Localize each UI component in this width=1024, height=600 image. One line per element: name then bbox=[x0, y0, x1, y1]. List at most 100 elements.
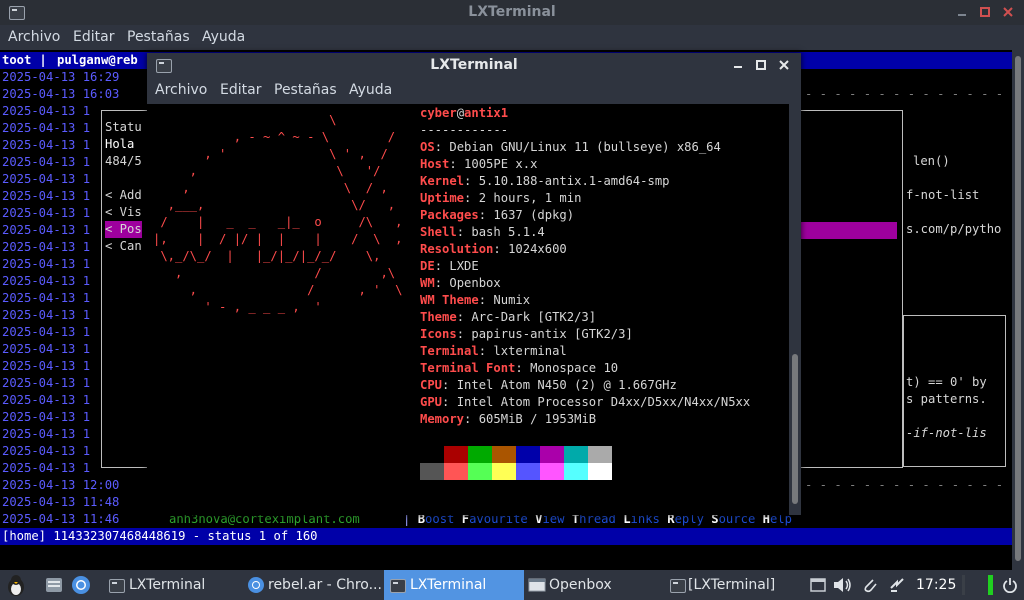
timeline-timestamp[interactable]: 2025-04-13 1 bbox=[2, 239, 90, 256]
back-window-titlebar[interactable]: LXTerminal bbox=[0, 0, 1024, 25]
info-line: Resolution: 1024x600 bbox=[420, 241, 567, 258]
option-cancel[interactable]: < Can bbox=[105, 238, 142, 255]
timeline-timestamp[interactable]: 2025-04-13 1 bbox=[2, 171, 90, 188]
task-openbox[interactable]: Openbox bbox=[524, 570, 664, 600]
info-line: Theme: Arc-Dark [GTK2/3] bbox=[420, 309, 596, 326]
timeline-timestamp[interactable]: 2025-04-13 1 bbox=[2, 426, 90, 443]
front-scrollbar-thumb[interactable] bbox=[792, 354, 798, 504]
timeline-timestamp[interactable]: 2025-04-13 1 bbox=[2, 222, 90, 239]
menu-pestanas[interactable]: Pestañas bbox=[274, 82, 337, 98]
back-scrollbar-thumb[interactable] bbox=[1015, 56, 1021, 561]
task-chromium[interactable]: rebel.ar - Chro... bbox=[243, 570, 383, 600]
separator-dashes-bottom: - - - - - - - - - - - - - - - - - - - - … bbox=[805, 478, 1012, 492]
timeline-timestamp[interactable]: 2025-04-13 1 bbox=[2, 290, 90, 307]
timeline-timestamp[interactable]: 2025-04-13 16:03 bbox=[2, 86, 119, 103]
volume-icon[interactable] bbox=[832, 576, 852, 594]
info-colon: : bbox=[493, 242, 509, 256]
close-icon[interactable] bbox=[778, 59, 790, 71]
palette-swatch bbox=[564, 463, 588, 480]
timeline-timestamp[interactable]: 2025-04-13 1 bbox=[2, 154, 90, 171]
minimize-icon[interactable] bbox=[956, 6, 968, 18]
info-value: 5.10.188-antix.1-amd64-smp bbox=[478, 174, 670, 188]
task-label: rebel.ar - Chro... bbox=[268, 577, 382, 593]
power-icon[interactable] bbox=[1002, 577, 1018, 593]
timeline-timestamp[interactable]: 2025-04-13 1 bbox=[2, 341, 90, 358]
task-label: Openbox bbox=[549, 577, 612, 593]
user-host-line: cyber@antix1 bbox=[420, 105, 508, 122]
timeline-timestamp[interactable]: 2025-04-13 1 bbox=[2, 392, 90, 409]
info-line: Kernel: 5.10.188-antix.1-amd64-smp bbox=[420, 173, 670, 190]
info-colon: : bbox=[456, 310, 472, 324]
network-icon[interactable] bbox=[888, 576, 906, 594]
right-text-1: len() bbox=[913, 154, 950, 168]
timeline-timestamp[interactable]: 2025-04-13 1 bbox=[2, 460, 90, 477]
timeline-timestamp[interactable]: 2025-04-13 1 bbox=[2, 103, 90, 120]
task-lxterminal-3[interactable]: [LXTerminal] bbox=[664, 570, 804, 600]
menu-penguin-icon[interactable] bbox=[4, 573, 28, 597]
timeline-timestamp[interactable]: 2025-04-13 1 bbox=[2, 324, 90, 341]
menu-editar[interactable]: Editar bbox=[220, 82, 261, 98]
timeline-timestamp[interactable]: 2025-04-13 1 bbox=[2, 205, 90, 222]
info-colon: : bbox=[442, 378, 457, 392]
timeline-timestamp[interactable]: 2025-04-13 11:48 bbox=[2, 494, 119, 511]
task-lxterminal-2[interactable]: LXTerminal bbox=[384, 570, 524, 600]
info-value: 1637 (dpkg) bbox=[493, 208, 575, 222]
palette-swatch bbox=[516, 463, 540, 480]
info-value: papirus-antix [GTK2/3] bbox=[471, 327, 633, 341]
info-key: Shell bbox=[420, 225, 457, 239]
info-line: CPU: Intel Atom N450 (2) @ 1.667GHz bbox=[420, 377, 677, 394]
window-icon bbox=[528, 578, 546, 592]
close-icon[interactable] bbox=[1002, 6, 1014, 18]
info-line: Terminal: lxterminal bbox=[420, 343, 567, 360]
separator-dashes-top: - - - - - - - - - - - - - - - - - - - - … bbox=[805, 87, 1012, 101]
timeline-timestamp[interactable]: 2025-04-13 1 bbox=[2, 120, 90, 137]
timeline-timestamp[interactable]: 2025-04-13 1 bbox=[2, 443, 90, 460]
timeline-timestamp[interactable]: 2025-04-13 1 bbox=[2, 188, 90, 205]
front-window-titlebar[interactable]: LXTerminal bbox=[147, 53, 801, 78]
back-scrollbar[interactable] bbox=[1012, 50, 1024, 570]
task-label: LXTerminal bbox=[129, 577, 206, 593]
show-desktop-icon[interactable] bbox=[810, 577, 826, 593]
taskbar: LXTerminal rebel.ar - Chro... LXTerminal… bbox=[0, 570, 1024, 600]
info-value: Numix bbox=[493, 293, 531, 307]
menu-archivo[interactable]: Archivo bbox=[155, 82, 207, 98]
timeline-timestamp[interactable]: 2025-04-13 11:46 bbox=[2, 511, 119, 528]
option-post[interactable]: < Pos bbox=[105, 221, 142, 238]
menu-archivo[interactable]: Archivo bbox=[8, 29, 60, 45]
timeline-timestamp[interactable]: 2025-04-13 1 bbox=[2, 375, 90, 392]
timeline-timestamp[interactable]: 2025-04-13 1 bbox=[2, 273, 90, 290]
timeline-timestamp[interactable]: 2025-04-13 1 bbox=[2, 256, 90, 273]
menu-ayuda[interactable]: Ayuda bbox=[202, 29, 245, 45]
timeline-timestamp[interactable]: 2025-04-13 12:00 bbox=[2, 477, 119, 494]
info-line: WM Theme: Numix bbox=[420, 292, 530, 309]
menu-ayuda[interactable]: Ayuda bbox=[349, 82, 392, 98]
timeline-timestamp[interactable]: 2025-04-13 16:29 bbox=[2, 69, 119, 86]
file-manager-icon[interactable] bbox=[44, 575, 64, 595]
option-visit[interactable]: < Vis bbox=[105, 204, 142, 221]
clock[interactable]: 17:25 bbox=[916, 570, 956, 600]
maximize-icon[interactable] bbox=[755, 59, 767, 71]
dialog-line-count: 484/5 bbox=[105, 154, 142, 168]
palette-swatch bbox=[420, 446, 444, 463]
info-colon: : bbox=[434, 259, 450, 273]
task-lxterminal-1[interactable]: LXTerminal bbox=[103, 570, 243, 600]
menu-pestanas[interactable]: Pestañas bbox=[127, 29, 190, 45]
info-value: Arc-Dark [GTK2/3] bbox=[471, 310, 597, 324]
front-terminal-area[interactable]: \ , - ~ ^ ~ - \ / , ' \ ' , / , \ '/ , \… bbox=[147, 104, 789, 515]
attachment-icon[interactable] bbox=[862, 576, 878, 594]
palette-swatch bbox=[540, 463, 564, 480]
cpu-monitor-bg bbox=[962, 575, 965, 595]
menu-editar[interactable]: Editar bbox=[73, 29, 114, 45]
palette-swatch bbox=[468, 463, 492, 480]
browser-launcher-icon[interactable] bbox=[71, 575, 91, 595]
timeline-timestamp[interactable]: 2025-04-13 1 bbox=[2, 409, 90, 426]
front-scrollbar[interactable] bbox=[789, 104, 801, 515]
terminal-icon bbox=[109, 579, 125, 593]
timeline-timestamp[interactable]: 2025-04-13 1 bbox=[2, 307, 90, 324]
info-colon: : bbox=[442, 395, 457, 409]
timeline-timestamp[interactable]: 2025-04-13 1 bbox=[2, 358, 90, 375]
option-add[interactable]: < Add bbox=[105, 187, 142, 204]
timeline-timestamp[interactable]: 2025-04-13 1 bbox=[2, 137, 90, 154]
maximize-icon[interactable] bbox=[979, 6, 991, 18]
minimize-icon[interactable] bbox=[732, 59, 744, 71]
